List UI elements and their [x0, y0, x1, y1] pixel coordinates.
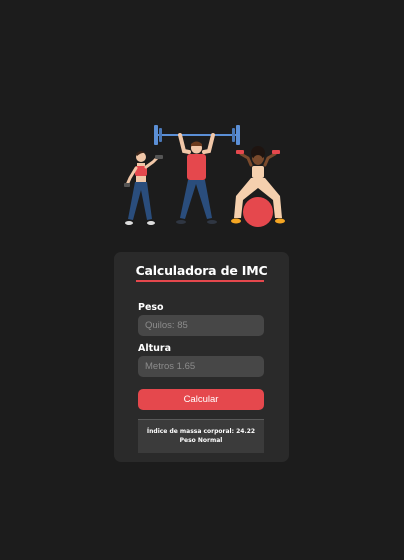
woman-ball-figure	[231, 146, 285, 227]
bmi-calculator-card: Calculadora de IMC Peso Altura Calcular …	[114, 252, 289, 462]
title-underline	[136, 280, 264, 282]
calculate-button[interactable]: Calcular	[138, 389, 264, 410]
height-input[interactable]	[138, 356, 264, 377]
weight-label: Peso	[138, 302, 164, 313]
bmi-category-text: Peso Normal	[179, 437, 223, 444]
calculator-title: Calculadora de IMC	[135, 263, 268, 278]
bmi-result-text: Índice de massa corporal: 24.22	[146, 428, 256, 435]
height-label: Altura	[138, 343, 172, 354]
page: Calculadora de IMC Peso Altura Calcular …	[0, 0, 404, 560]
woman-dumbbell-figure	[124, 151, 163, 225]
fitness-people-illustration	[124, 125, 285, 227]
weight-input[interactable]	[138, 315, 264, 336]
man-lifting-figure	[176, 133, 217, 224]
result-box: Índice de massa corporal: 24.22 Peso Nor…	[138, 419, 264, 453]
